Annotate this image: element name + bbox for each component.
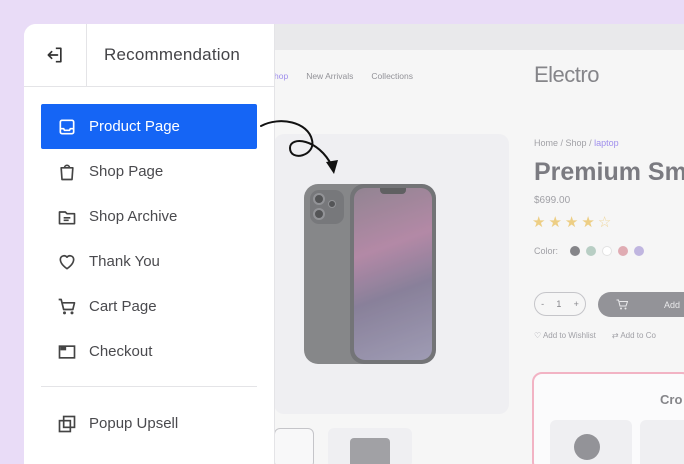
sidebar-item-label: Popup Upsell: [89, 415, 179, 432]
pointer-arrow-icon: [260, 120, 338, 174]
shopping-bag-icon: [60, 164, 74, 180]
sidebar-item-label: Product Page: [89, 118, 180, 135]
sidebar-menu: Product Page Shop Page Shop Archive Than…: [41, 104, 257, 374]
folder-icon: [58, 210, 76, 224]
heart-icon: [59, 254, 75, 269]
menu-divider: [41, 386, 257, 387]
app-window: hop New Arrivals Collections Electro Hom…: [24, 24, 684, 464]
panel-title: Recommendation: [104, 45, 241, 64]
exit-button[interactable]: [24, 24, 87, 87]
sidebar-item-shop-archive[interactable]: Shop Archive: [41, 194, 257, 239]
sidebar-item-popup-upsell[interactable]: Popup Upsell: [41, 401, 257, 446]
sidebar-item-product-page[interactable]: Product Page: [41, 104, 257, 149]
sidebar-item-label: Shop Archive: [89, 208, 178, 225]
sidebar-item-checkout[interactable]: Checkout: [41, 329, 257, 374]
sidebar-item-label: Shop Page: [89, 163, 164, 180]
sidebar-item-thank-you[interactable]: Thank You: [41, 239, 257, 284]
panel-header: Recommendation: [24, 24, 274, 87]
sidebar-extra-menu: Popup Upsell: [41, 401, 257, 446]
sidebar-item-shop-page[interactable]: Shop Page: [41, 149, 257, 194]
preview-overlay: [274, 24, 684, 464]
popup-layers-icon: [58, 415, 76, 432]
exit-icon: [47, 47, 62, 63]
sidebar-item-label: Thank You: [89, 253, 160, 270]
inbox-tray-icon: [59, 119, 75, 134]
sidebar-item-cart-page[interactable]: Cart Page: [41, 284, 257, 329]
sidebar-item-label: Checkout: [89, 343, 153, 360]
cart-icon: [58, 298, 76, 314]
sidebar-item-label: Cart Page: [89, 298, 157, 315]
checkout-window-icon: [58, 344, 76, 359]
recommendation-panel: Recommendation Product Page Shop Page Sh…: [24, 24, 275, 464]
